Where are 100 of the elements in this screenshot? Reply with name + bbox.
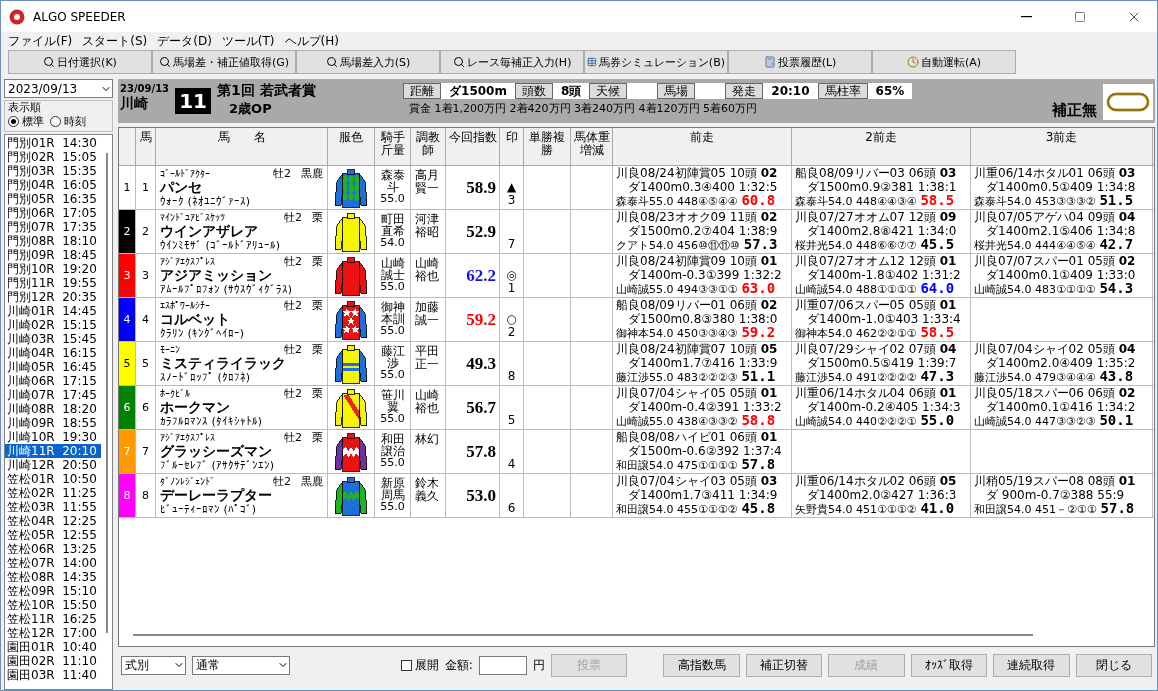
past-race-result: 和田譲54.0 455①①①②	[616, 503, 738, 517]
past-race-result: 森泰斗54.0 453③③③②	[974, 195, 1096, 209]
action-button[interactable]: 補正切替	[745, 653, 823, 677]
sex-age: 牡2	[284, 211, 302, 224]
race-list-item[interactable]: 園田02R 11:10	[5, 654, 101, 668]
race-list-item[interactable]: 門別01R 14:30	[5, 136, 101, 150]
radio-option[interactable]: 時刻	[50, 114, 86, 129]
race-list-item[interactable]: 門別06R 17:05	[5, 206, 101, 220]
menu-item[interactable]: ファイル(F)	[3, 32, 78, 50]
race-list-item[interactable]: 川崎02R 15:15	[5, 318, 101, 332]
scrollbar[interactable]	[106, 153, 108, 633]
past-race-index: 51.1	[741, 370, 776, 384]
race-list-item[interactable]: 門別02R 15:05	[5, 150, 101, 164]
race-list-item[interactable]: 川崎03R 15:45	[5, 332, 101, 346]
race-list-item[interactable]: 笠松04R 12:25	[5, 514, 101, 528]
action-button[interactable]: 高指数馬	[663, 653, 740, 677]
action-button[interactable]: 連続取得	[993, 653, 1070, 677]
dam-name: ｳｲﾝﾐﾓｻﾞ (ｺﾞｰﾙﾄﾞｱﾘｭｰﾙ)	[160, 239, 282, 252]
speed-index: 59.2	[466, 309, 496, 330]
past-race-index: 43.8	[1099, 370, 1134, 384]
race-list-item[interactable]: 川崎12R 20:50	[5, 458, 101, 472]
calculator-icon	[763, 56, 776, 68]
scrollbar[interactable]	[133, 634, 1033, 636]
past-race-index: 55.0	[920, 414, 955, 428]
race-list-item[interactable]: 笠松05R 12:55	[5, 528, 101, 542]
race-list-item[interactable]: 門別10R 19:20	[5, 262, 101, 276]
prediction-mark: ▲	[506, 181, 517, 194]
expand-checkbox[interactable]: 展開	[400, 656, 439, 674]
race-list-item[interactable]: 笠松06R 13:25	[5, 542, 101, 556]
column-header: 調教師	[411, 128, 446, 165]
toolbar-button[interactable]: 投票履歴(L)	[728, 50, 872, 74]
menu-item[interactable]: スタート(S)	[77, 32, 153, 50]
mode-dropdown[interactable]: 通常	[191, 655, 290, 675]
info-label: 発走	[725, 83, 764, 99]
race-list-item[interactable]: 門別08R 18:10	[5, 234, 101, 248]
toolbar-button[interactable]: 馬場差入力(S)	[296, 50, 440, 74]
index-rank: 6	[507, 502, 516, 515]
race-list-item[interactable]: 笠松01R 10:50	[5, 472, 101, 486]
dam-name: ｳｫｰｸ (ﾈｵﾕﾆｳﾞｧｰｽ)	[160, 195, 252, 208]
past-race-detail: ダ1400m0.1①409 1:33:0	[985, 268, 1137, 282]
sex-age: 牡2	[284, 431, 302, 444]
dam-name: ｶﾗﾌﾙﾛﾏﾝｽ (ﾀｲｷｼｬﾄﾙ)	[160, 415, 264, 428]
trainer-name: 加藤誠一	[415, 301, 440, 327]
menu-item[interactable]: ヘルプ(H)	[279, 32, 344, 50]
toolbar-button[interactable]: 馬券シミュレーション(B)	[584, 50, 728, 74]
radio-option[interactable]: 標準	[8, 114, 44, 129]
race-list-item[interactable]: 園田03R 11:40	[5, 668, 101, 682]
race-list-item[interactable]: 笠松10R 15:50	[5, 598, 101, 612]
past-race-index: 45.5	[920, 238, 955, 252]
column-header: 今回指数	[446, 128, 500, 165]
menu-item[interactable]: データ(D)	[152, 32, 217, 50]
race-list-item[interactable]: 笠松11R 16:25	[5, 612, 101, 626]
race-list-item[interactable]: 川崎01R 14:45	[5, 304, 101, 318]
toolbar-button[interactable]: レース毎補正入力(H)	[440, 50, 584, 74]
race-list-item[interactable]: 川崎07R 17:45	[5, 388, 101, 402]
race-list-item[interactable]: 川崎09R 18:55	[5, 416, 101, 430]
column-header: 馬	[136, 128, 156, 165]
past-race-index: 51.5	[1099, 194, 1134, 208]
past-race-result: 御神本54.0 462②②①①	[795, 327, 917, 341]
toolbar-button[interactable]: 自動運転(A)	[872, 50, 1016, 74]
past-race-index: 59.2	[741, 326, 776, 340]
race-list-item[interactable]: 川崎11R 20:10	[5, 444, 101, 458]
race-list-item[interactable]: 門別05R 16:35	[5, 192, 101, 206]
race-list-item[interactable]: 門別03R 15:35	[5, 164, 101, 178]
race-list-item[interactable]: 門別11R 19:55	[5, 276, 101, 290]
race-list-item[interactable]: 門別04R 16:05	[5, 178, 101, 192]
race-list-item[interactable]: 笠松09R 15:10	[5, 584, 101, 598]
bet-type-dropdown[interactable]: 式別	[121, 655, 186, 675]
amount-field[interactable]	[478, 655, 527, 675]
toolbar-button[interactable]: 日付選択(K)	[8, 50, 152, 74]
toolbar-button[interactable]: 馬場差・補正値取得(G)	[152, 50, 296, 74]
date-dropdown[interactable]: 2023/09/13	[4, 79, 113, 98]
race-list-item[interactable]: 笠松07R 14:00	[5, 556, 101, 570]
jockey-name: 森泰斗	[379, 169, 406, 193]
sire-name: ﾓｰﾆﾝ	[160, 343, 180, 356]
action-button[interactable]: 閉じる	[1075, 653, 1153, 677]
prediction-mark: ○	[506, 313, 517, 326]
race-list-item[interactable]: 川崎08R 18:20	[5, 402, 101, 416]
race-list-item[interactable]: 門別07R 17:35	[5, 220, 101, 234]
race-list-item[interactable]: 川崎06R 17:15	[5, 374, 101, 388]
race-list-item[interactable]: 川崎05R 16:45	[5, 360, 101, 374]
past-race-summary: 川重06/14ホタル02 06頭 05	[795, 475, 958, 489]
race-list-item[interactable]: 川崎04R 16:15	[5, 346, 101, 360]
race-list-item[interactable]: 笠松03R 11:55	[5, 500, 101, 514]
jockey-name: 山崎誠士	[379, 257, 406, 281]
past-race-detail: ダ1400m0.5①409 1:34:8	[985, 180, 1137, 194]
race-list-item[interactable]: 笠松12R 17:00	[5, 626, 101, 640]
coat-color: 栗	[312, 299, 323, 312]
race-number: 11	[175, 88, 212, 114]
past-race-summary: 川良07/07スパー01 05頭 02	[974, 255, 1137, 269]
race-list-item[interactable]: 門別12R 20:35	[5, 290, 101, 304]
race-list-item[interactable]: 門別09R 18:45	[5, 248, 101, 262]
action-button[interactable]: ｵｯｽﾞ取得	[910, 653, 988, 677]
carried-weight: 55.0	[380, 413, 405, 425]
past-race-index: 58.8	[741, 414, 776, 428]
race-list-item[interactable]: 笠松02R 11:25	[5, 486, 101, 500]
menu-item[interactable]: ツール(T)	[216, 32, 280, 50]
race-list-item[interactable]: 笠松08R 14:35	[5, 570, 101, 584]
race-list-item[interactable]: 園田01R 10:40	[5, 640, 101, 654]
race-list-item[interactable]: 川崎10R 19:30	[5, 430, 101, 444]
